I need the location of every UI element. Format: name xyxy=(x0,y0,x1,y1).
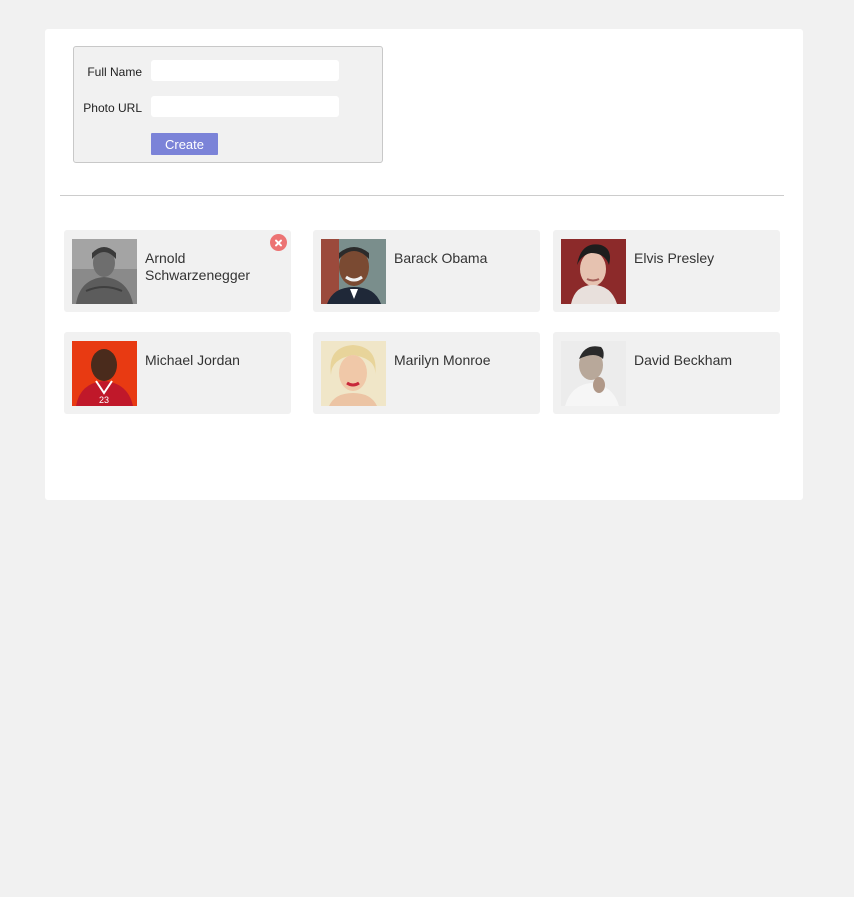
person-card[interactable]: Arnold Schwarzenegger xyxy=(64,230,291,312)
divider xyxy=(60,195,784,196)
person-name: Barack Obama xyxy=(394,250,488,266)
person-name: Arnold Schwarzenegger xyxy=(145,250,251,283)
full-name-label: Full Name xyxy=(87,65,142,79)
create-person-form: Full Name Photo URL Create xyxy=(73,46,383,163)
person-name: Marilyn Monroe xyxy=(394,352,491,368)
person-photo: 23 xyxy=(72,341,137,406)
person-name: Elvis Presley xyxy=(634,250,715,266)
person-card[interactable]: Elvis Presley xyxy=(553,230,780,312)
create-button[interactable]: Create xyxy=(151,133,218,155)
contacts-panel: Full Name Photo URL Create Arnold Schwar… xyxy=(45,29,803,500)
person-name: Michael Jordan xyxy=(145,352,240,368)
person-photo xyxy=(321,341,386,406)
person-card[interactable]: David Beckham xyxy=(553,332,780,414)
person-card[interactable]: Barack Obama xyxy=(313,230,540,312)
remove-icon[interactable] xyxy=(270,234,287,251)
person-photo xyxy=(561,341,626,406)
person-name: David Beckham xyxy=(634,352,733,368)
photo-url-input[interactable] xyxy=(151,96,339,117)
person-photo xyxy=(72,239,137,304)
svg-text:23: 23 xyxy=(99,395,109,405)
photo-url-label: Photo URL xyxy=(83,101,142,115)
person-card[interactable]: Marilyn Monroe xyxy=(313,332,540,414)
full-name-input[interactable] xyxy=(151,60,339,81)
person-photo xyxy=(561,239,626,304)
person-card[interactable]: 23 Michael Jordan xyxy=(64,332,291,414)
person-photo xyxy=(321,239,386,304)
